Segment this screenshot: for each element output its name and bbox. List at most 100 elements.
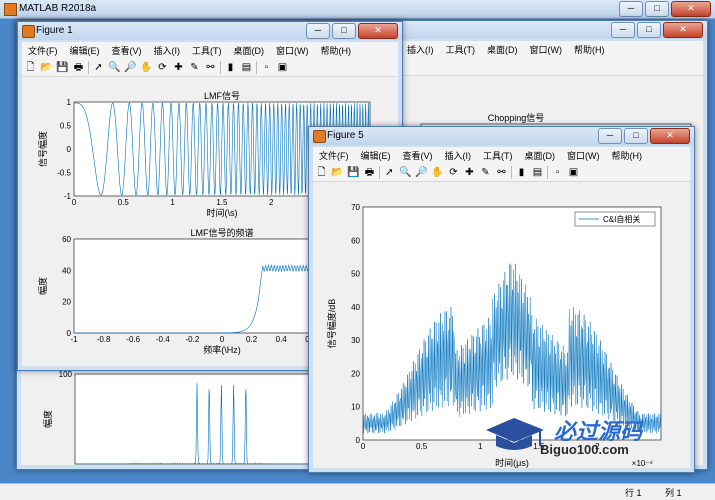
toolbar: 🗋 📂 💾 🖶 ➚ 🔍 🔎 ✋ ⟳ ✚ ✎ ⚯ ▮ ▤ ▫ ▣ (22, 58, 398, 77)
maximize-button[interactable]: □ (645, 1, 669, 17)
back-spectrum-xtick: -1 (71, 466, 79, 467)
lmf-time-xtick: 2 (269, 198, 274, 207)
link-icon[interactable]: ⚯ (204, 61, 217, 74)
link-icon[interactable]: ⚯ (495, 166, 508, 179)
status-row: 行 1 (625, 488, 642, 498)
back-spectrum-xtick: -0.8 (93, 466, 107, 467)
new-icon[interactable]: 🗋 (315, 166, 328, 179)
back-spectrum-xtick: 0.8 (289, 466, 301, 467)
pan-icon[interactable]: ✋ (431, 166, 444, 179)
menu-bar: 插入(I) 工具(T) 桌面(D) 窗口(W) 帮助(H) (401, 41, 703, 57)
zoom-out-icon[interactable]: 🔎 (415, 166, 428, 179)
lmf-time-ytick: 1 (67, 98, 72, 107)
close-button[interactable]: ✕ (650, 128, 690, 144)
menu-help[interactable]: 帮助(H) (568, 43, 611, 56)
zoom-out-icon[interactable]: 🔎 (124, 61, 137, 74)
lmf-time-xlabel: 时间(\s) (207, 207, 238, 218)
lmf-spectrum-ytick: 60 (62, 235, 71, 244)
bg-window-buttons: ─ □ ✕ (611, 22, 703, 38)
lmf-time-ytick: -0.5 (57, 169, 71, 178)
datatip-icon[interactable]: ✚ (172, 61, 185, 74)
watermark-url: Biguo100.com (540, 442, 629, 457)
menu-window[interactable]: 窗口(W) (524, 43, 569, 56)
menu-edit[interactable]: 编辑(E) (64, 44, 106, 57)
zoom-in-icon[interactable]: 🔍 (108, 61, 121, 74)
chopping-title: Chopping信号 (488, 112, 545, 123)
menu-desktop[interactable]: 桌面(D) (481, 43, 524, 56)
menu-help[interactable]: 帮助(H) (315, 44, 358, 57)
maximize-button[interactable]: □ (624, 128, 648, 144)
menu-window[interactable]: 窗口(W) (270, 44, 315, 57)
menu-tools[interactable]: 工具(T) (477, 149, 519, 162)
autocorrelation-ytick: 60 (351, 236, 360, 245)
back-spectrum-xtick: 0.4 (240, 466, 252, 467)
toolbar-separator (379, 165, 380, 179)
save-icon[interactable]: 💾 (56, 61, 69, 74)
close-button[interactable]: ✕ (663, 22, 703, 38)
lmf-time-xtick: 1.5 (216, 198, 228, 207)
toolbar-separator (256, 60, 257, 74)
hide-tools-icon[interactable]: ▫ (260, 61, 273, 74)
menu-edit[interactable]: 编辑(E) (355, 149, 397, 162)
maximize-button[interactable]: □ (637, 22, 661, 38)
menu-view[interactable]: 查看(V) (397, 149, 439, 162)
minimize-button[interactable]: ─ (611, 22, 635, 38)
minimize-button[interactable]: ─ (619, 1, 643, 17)
status-bar: 行 1 列 1 (0, 483, 715, 500)
menu-insert[interactable]: 插入(I) (439, 149, 478, 162)
save-icon[interactable]: 💾 (347, 166, 360, 179)
menu-desktop[interactable]: 桌面(D) (228, 44, 271, 57)
lmf-spectrum-xtick: 0 (220, 335, 225, 344)
lmf-spectrum-ytick: 0 (67, 329, 72, 338)
lmf-time-xtick: 1 (170, 198, 175, 207)
hide-tools-icon[interactable]: ▫ (551, 166, 564, 179)
open-icon[interactable]: 📂 (40, 61, 53, 74)
insert-legend-icon[interactable]: ▤ (531, 166, 544, 179)
minimize-button[interactable]: ─ (598, 128, 622, 144)
autocorrelation-xtick: 0 (361, 442, 366, 451)
menu-file[interactable]: 文件(F) (313, 149, 355, 162)
back-spectrum-xtick: 0.2 (216, 466, 228, 467)
lmf-spectrum-xtick: 0.4 (276, 335, 288, 344)
toolbar-separator (220, 60, 221, 74)
menu-file[interactable]: 文件(F) (22, 44, 64, 57)
minimize-button[interactable]: ─ (306, 23, 330, 39)
datatip-icon[interactable]: ✚ (463, 166, 476, 179)
menu-help[interactable]: 帮助(H) (606, 149, 649, 162)
new-icon[interactable]: 🗋 (24, 61, 37, 74)
menu-insert[interactable]: 插入(I) (401, 43, 440, 56)
close-button[interactable]: ✕ (671, 1, 711, 17)
brush-icon[interactable]: ✎ (479, 166, 492, 179)
menu-tools[interactable]: 工具(T) (440, 43, 482, 56)
zoom-in-icon[interactable]: 🔍 (399, 166, 412, 179)
print-icon[interactable]: 🖶 (363, 166, 376, 179)
lmf-spectrum-xtick: -0.6 (126, 335, 140, 344)
lmf-time-xtick: 0.5 (118, 198, 130, 207)
toolbar-separator (547, 165, 548, 179)
close-button[interactable]: ✕ (358, 23, 398, 39)
menu-tools[interactable]: 工具(T) (186, 44, 228, 57)
pointer-icon[interactable]: ➚ (383, 166, 396, 179)
insert-legend-icon[interactable]: ▤ (240, 61, 253, 74)
lmf-spectrum-xtick: 0.2 (246, 335, 258, 344)
menu-insert[interactable]: 插入(I) (148, 44, 187, 57)
show-tools-icon[interactable]: ▣ (276, 61, 289, 74)
maximize-button[interactable]: □ (332, 23, 356, 39)
show-tools-icon[interactable]: ▣ (567, 166, 580, 179)
rotate-icon[interactable]: ⟳ (156, 61, 169, 74)
back-spectrum-xtick: -0.6 (117, 466, 131, 467)
pan-icon[interactable]: ✋ (140, 61, 153, 74)
menu-view[interactable]: 查看(V) (106, 44, 148, 57)
rotate-icon[interactable]: ⟳ (447, 166, 460, 179)
open-icon[interactable]: 📂 (331, 166, 344, 179)
insert-colorbar-icon[interactable]: ▮ (224, 61, 237, 74)
menu-desktop[interactable]: 桌面(D) (519, 149, 562, 162)
back-spectrum-xtick: 0.6 (265, 466, 277, 467)
insert-colorbar-icon[interactable]: ▮ (515, 166, 528, 179)
pointer-icon[interactable]: ➚ (92, 61, 105, 74)
autocorrelation-ytick: 20 (351, 369, 360, 378)
menu-window[interactable]: 窗口(W) (561, 149, 606, 162)
print-icon[interactable]: 🖶 (72, 61, 85, 74)
brush-icon[interactable]: ✎ (188, 61, 201, 74)
lmf-spectrum-xtick: -0.8 (97, 335, 111, 344)
